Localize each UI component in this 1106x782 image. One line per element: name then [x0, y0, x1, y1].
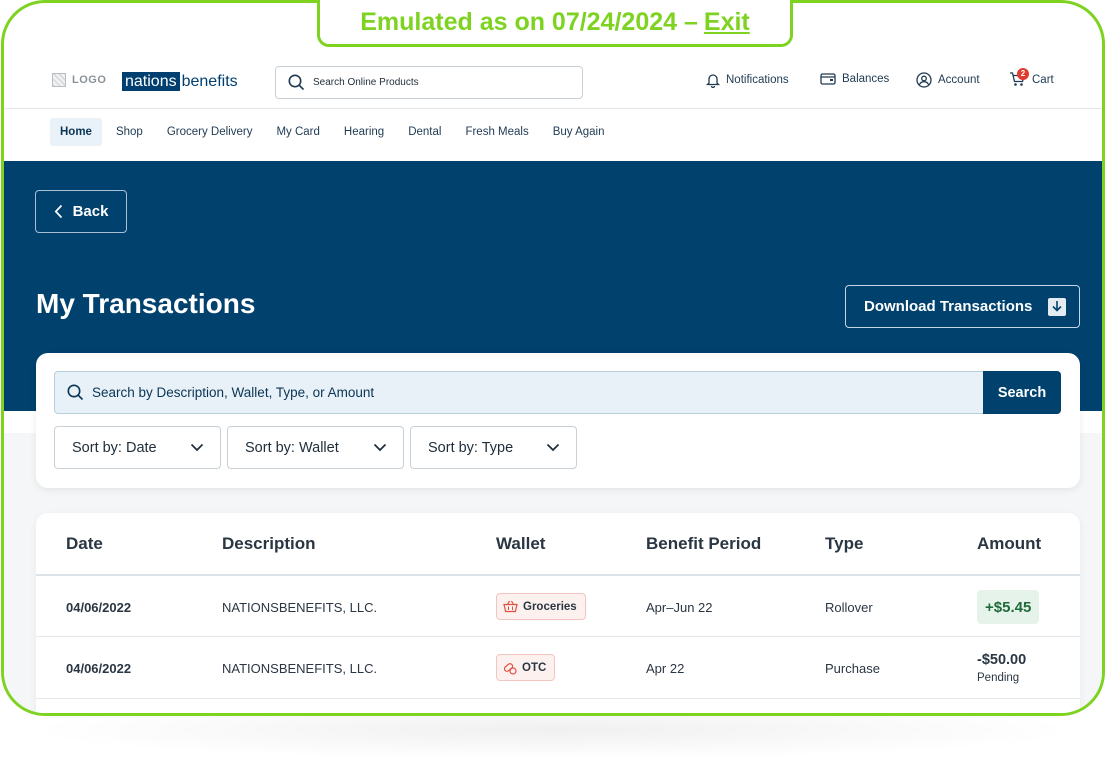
column-header-amount[interactable]: Amount — [977, 534, 1041, 554]
nav-item-home[interactable]: Home — [50, 118, 102, 146]
app-frame: LOGO nations benefits Search Online Prod… — [1, 0, 1105, 716]
download-label: Download Transactions — [864, 298, 1033, 315]
pills-icon — [503, 662, 517, 675]
column-header-date[interactable]: Date — [66, 534, 103, 554]
row-date: 04/06/2022 — [66, 600, 132, 615]
nav-item-hearing[interactable]: Hearing — [334, 118, 394, 146]
table-row[interactable]: 04/06/2022 NATIONSBENEFITS, LLC. Groceri… — [36, 576, 1080, 637]
nav-item-my-card[interactable]: My Card — [266, 118, 329, 146]
balances-label: Balances — [842, 72, 890, 85]
table-row[interactable]: 04/06/2022 NATIONSBENEFITS, LLC. OTC Apr… — [36, 638, 1080, 699]
column-header-description[interactable]: Description — [222, 534, 316, 554]
emulation-text: Emulated as on 07/24/2024 – — [360, 7, 698, 36]
logo-text: LOGO — [72, 74, 107, 86]
bell-icon — [706, 74, 720, 88]
column-header-type[interactable]: Type — [825, 534, 863, 554]
nav-item-fresh-meals[interactable]: Fresh Meals — [455, 118, 538, 146]
emulation-banner: Emulated as on 07/24/2024 – Exit — [317, 0, 793, 47]
brand-part1: nations — [122, 72, 180, 91]
sort-by-type-label: Sort by: Type — [428, 439, 514, 456]
brand-part2: benefits — [181, 72, 238, 90]
brand-logo[interactable]: nations benefits — [122, 72, 238, 91]
row-description: NATIONSBENEFITS, LLC. — [222, 600, 378, 615]
category-nav: Home Shop Grocery Delivery My Card Heari… — [50, 118, 619, 146]
sort-by-wallet-select[interactable]: Sort by: Wallet — [227, 426, 404, 469]
cart-label: Cart — [1032, 73, 1054, 86]
page-title: My Transactions — [36, 288, 256, 319]
basket-icon — [503, 600, 518, 613]
account-link[interactable]: Account — [916, 72, 980, 88]
nav-item-dental[interactable]: Dental — [398, 118, 451, 146]
row-amount: -$50.00 — [977, 652, 1027, 668]
wallet-icon — [820, 73, 836, 85]
chevron-down-icon — [373, 443, 387, 452]
row-amount-positive: +$5.45 — [977, 590, 1040, 624]
row-benefit-period: Apr–Jun 22 — [646, 600, 713, 615]
transaction-search-input[interactable]: Search by Description, Wallet, Type, or … — [54, 371, 984, 414]
account-label: Account — [938, 74, 980, 86]
transaction-search-placeholder: Search by Description, Wallet, Type, or … — [92, 385, 375, 400]
nav-item-buy-again[interactable]: Buy Again — [543, 118, 615, 146]
wallet-tag-groceries: Groceries — [496, 593, 586, 620]
chevron-down-icon — [190, 443, 204, 452]
notifications-label: Notifications — [726, 74, 789, 86]
row-description: NATIONSBENEFITS, LLC. — [222, 661, 378, 676]
search-button[interactable]: Search — [983, 371, 1061, 414]
row-status: Pending — [977, 672, 1020, 684]
balances-link[interactable]: Balances — [820, 72, 889, 85]
sort-by-date-label: Sort by: Date — [72, 439, 157, 456]
logo-image-icon — [52, 73, 66, 87]
sort-by-wallet-label: Sort by: Wallet — [245, 439, 339, 456]
transaction-filter-card: Search by Description, Wallet, Type, or … — [36, 353, 1080, 488]
row-date: 04/06/2022 — [66, 661, 132, 676]
column-header-wallet[interactable]: Wallet — [496, 534, 545, 554]
notifications-link[interactable]: Notifications — [706, 72, 789, 88]
nav-item-shop[interactable]: Shop — [106, 118, 153, 146]
wallet-label: Groceries — [523, 600, 577, 613]
chevron-left-icon — [54, 204, 62, 219]
row-benefit-period: Apr 22 — [646, 661, 685, 676]
search-icon — [67, 384, 84, 401]
download-transactions-button[interactable]: Download Transactions — [845, 285, 1080, 328]
account-icon — [916, 72, 932, 88]
column-header-benefit-period[interactable]: Benefit Period — [646, 534, 761, 554]
wallet-tag-otc: OTC — [496, 654, 556, 681]
back-button[interactable]: Back — [35, 190, 127, 233]
row-amount-positive-partial — [977, 714, 1049, 716]
exit-emulation-link[interactable]: Exit — [704, 8, 750, 37]
back-label: Back — [72, 203, 109, 220]
table-header-row: Date Description Wallet Benefit Period T… — [36, 513, 1080, 576]
row-type: Purchase — [825, 661, 880, 676]
table-row[interactable] — [36, 700, 1080, 716]
sort-by-type-select[interactable]: Sort by: Type — [410, 426, 577, 469]
wallet-label: OTC — [522, 661, 547, 674]
cart-link[interactable]: Cart — [1009, 72, 1054, 87]
sort-by-date-select[interactable]: Sort by: Date — [54, 426, 221, 469]
transactions-table: Date Description Wallet Benefit Period T… — [36, 513, 1080, 716]
logo-placeholder[interactable]: LOGO — [52, 73, 106, 87]
download-icon — [1048, 297, 1067, 316]
row-type: Rollover — [825, 600, 873, 615]
nav-item-grocery-delivery[interactable]: Grocery Delivery — [157, 118, 263, 146]
cart-count-badge: 2 — [1017, 68, 1029, 80]
product-search-placeholder: Search Online Products — [313, 77, 419, 88]
search-icon — [288, 74, 305, 91]
chevron-down-icon — [546, 443, 560, 452]
product-search-input[interactable]: Search Online Products — [275, 66, 583, 99]
